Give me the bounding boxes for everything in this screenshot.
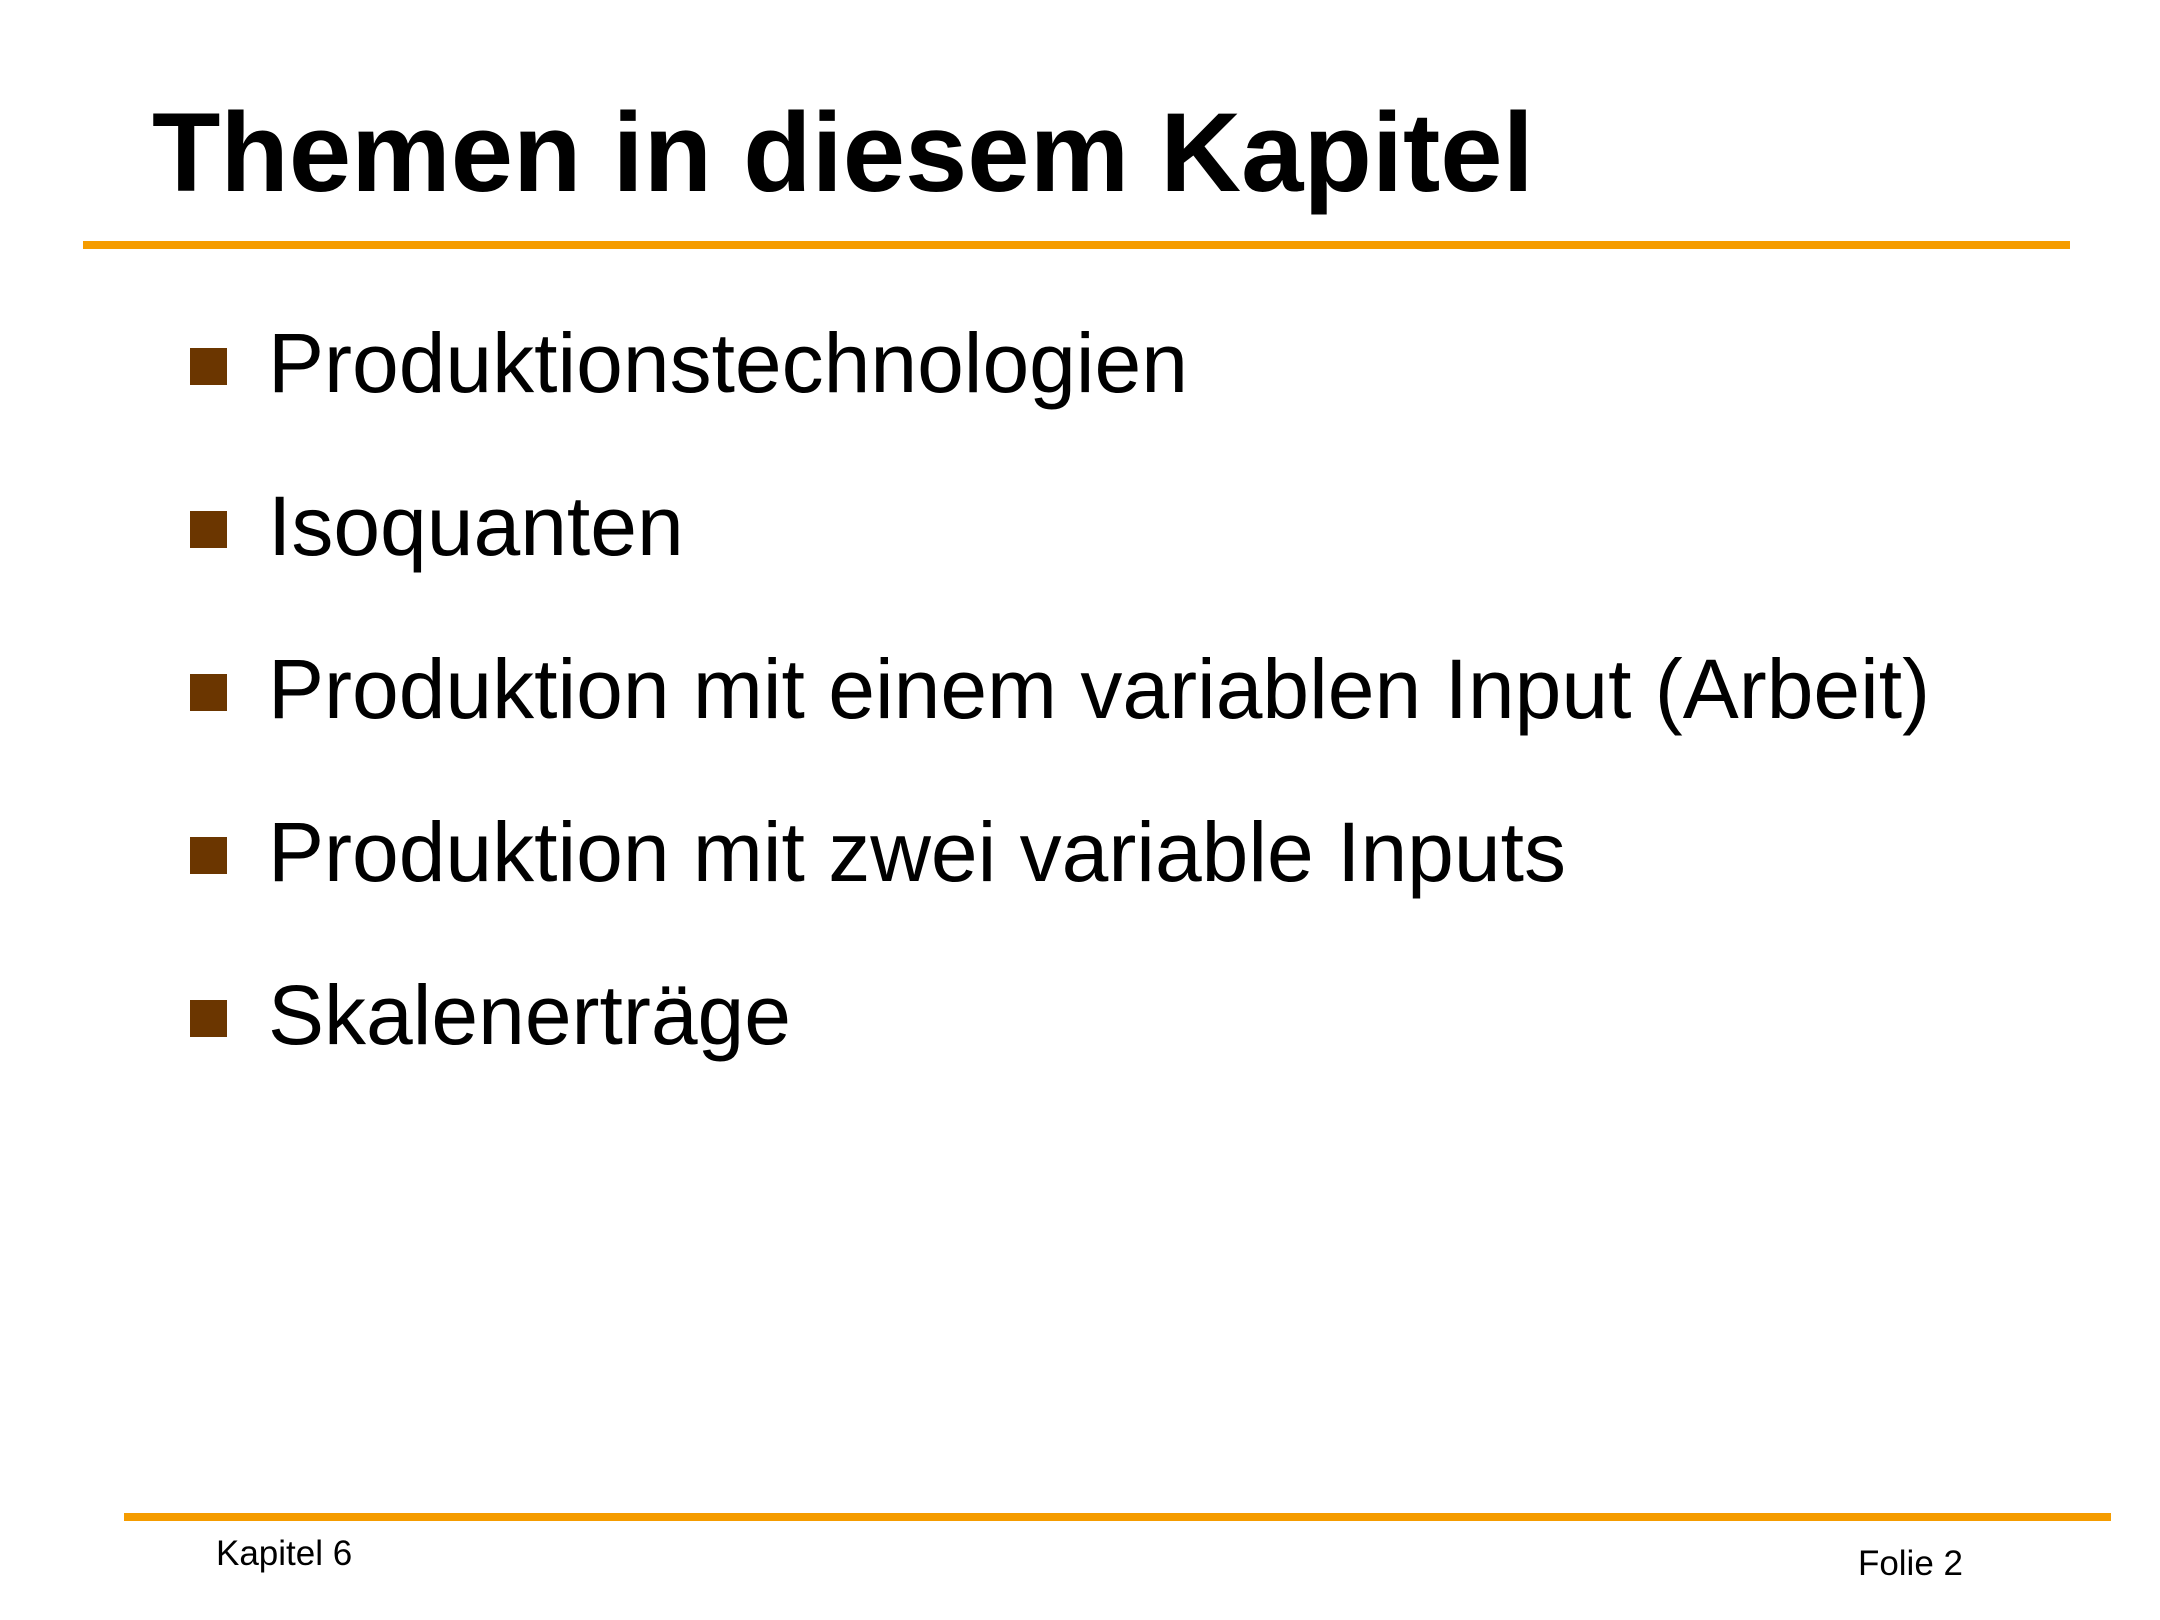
bullet-text: Skalenerträge (268, 968, 791, 1062)
bullet-text: Produktion mit einem variablen Input (Ar… (268, 642, 1931, 736)
bullet-text: Produktion mit zwei variable Inputs (268, 805, 1566, 899)
slide: Themen in diesem Kapitel Produktionstech… (0, 0, 2160, 1620)
bullet-text: Isoquanten (268, 479, 684, 573)
footer-slide-number: Folie 2 (1857, 1544, 1963, 1583)
square-bullet-icon (190, 1000, 227, 1037)
title-underline-rule (83, 241, 2070, 249)
bullet-text: Produktionstechnologien (268, 316, 1188, 410)
square-bullet-icon (190, 674, 227, 711)
square-bullet-icon (190, 348, 227, 385)
slide-title: Themen in diesem Kapitel (152, 90, 1534, 215)
footer-chapter: Kapitel 6 (216, 1534, 353, 1573)
footer-rule (124, 1513, 2111, 1521)
square-bullet-icon (190, 837, 227, 874)
square-bullet-icon (190, 511, 227, 548)
